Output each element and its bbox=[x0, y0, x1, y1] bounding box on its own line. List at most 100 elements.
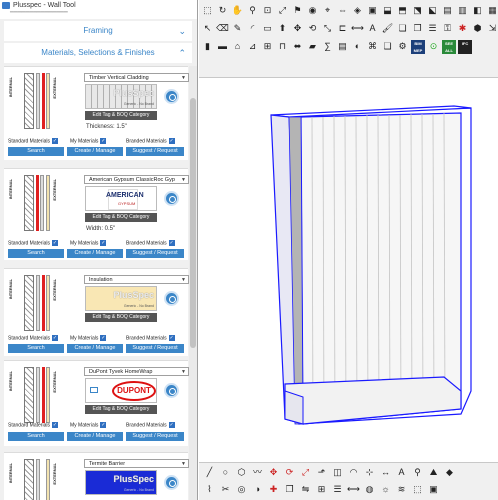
plusspec-stairs-icon[interactable]: ⊿ bbox=[246, 40, 259, 53]
wall-model-drawing[interactable] bbox=[199, 79, 498, 461]
protractor-icon[interactable]: ◠ bbox=[347, 466, 360, 479]
move-red-icon[interactable]: ✚ bbox=[267, 483, 280, 496]
plusspec-slab-icon[interactable]: ▰ bbox=[306, 40, 319, 53]
zoom-extents-icon[interactable]: ⤢ bbox=[276, 4, 289, 17]
checkbox-icon[interactable]: ✓ bbox=[168, 138, 175, 144]
plusspec-window-icon[interactable]: ⊞ bbox=[261, 40, 274, 53]
see-all-button[interactable]: SEE ALL bbox=[442, 40, 456, 54]
zoom-window-icon[interactable]: ⊡ bbox=[261, 4, 274, 17]
branded-materials-check[interactable]: Branded Materials ✓ bbox=[126, 422, 175, 428]
standard-materials-check[interactable]: Standard Materials ✓ bbox=[8, 138, 58, 144]
follow-me-icon[interactable]: ⬏ bbox=[315, 466, 328, 479]
checkbox-icon[interactable]: ✓ bbox=[51, 240, 58, 246]
rectangle-icon[interactable]: ▭ bbox=[261, 22, 274, 35]
plusspec-settings-icon[interactable]: ⚙ bbox=[396, 40, 409, 53]
panel-scroll-thumb[interactable] bbox=[190, 98, 196, 348]
select-icon[interactable]: ↖ bbox=[201, 22, 214, 35]
my-materials-check[interactable]: My Materials ✓ bbox=[70, 240, 107, 246]
back-view-icon[interactable]: ⬔ bbox=[411, 4, 424, 17]
checkbox-icon[interactable]: ✓ bbox=[100, 240, 107, 246]
rotate-icon[interactable]: ⟲ bbox=[306, 22, 319, 35]
branded-materials-check[interactable]: Branded Materials ✓ bbox=[126, 138, 175, 144]
group-icon[interactable]: ❏ bbox=[396, 22, 409, 35]
model-viewport[interactable] bbox=[199, 79, 498, 461]
plusspec-estimate-icon[interactable]: ∑ bbox=[321, 40, 334, 53]
suggest-request-button[interactable]: Suggest / Request bbox=[126, 432, 184, 441]
ifc-button[interactable]: IFC bbox=[458, 40, 472, 54]
walk-tool-icon[interactable]: ⚲ bbox=[411, 466, 424, 479]
orbit-icon[interactable]: ↻ bbox=[216, 4, 229, 17]
my-materials-check[interactable]: My Materials ✓ bbox=[70, 138, 107, 144]
front-view-icon[interactable]: ⬓ bbox=[381, 4, 394, 17]
measure-tool-icon[interactable]: ⟷ bbox=[347, 483, 360, 496]
plusspec-roof-icon[interactable]: ⌂ bbox=[231, 40, 244, 53]
position-camera-icon[interactable]: ⌖ bbox=[321, 4, 334, 17]
standard-materials-check[interactable]: Standard Materials ✓ bbox=[8, 240, 58, 246]
scale-tool-icon[interactable]: ⤢ bbox=[299, 466, 312, 479]
search-button[interactable]: Search bbox=[8, 432, 64, 441]
camera-tool-icon[interactable]: ⬚ bbox=[411, 483, 424, 496]
branded-materials-check[interactable]: Branded Materials ✓ bbox=[126, 335, 175, 341]
move-tool-icon[interactable]: ✥ bbox=[267, 466, 280, 479]
tape-icon[interactable]: ⟷ bbox=[351, 22, 364, 35]
line-tool-icon[interactable]: ╱ bbox=[203, 466, 216, 479]
material-info-icon[interactable] bbox=[164, 191, 179, 206]
fog-tool-icon[interactable]: ≋ bbox=[395, 483, 408, 496]
material-select[interactable]: Termite Barrier ▼ bbox=[84, 459, 189, 468]
offset-icon[interactable]: ⊏ bbox=[336, 22, 349, 35]
chevron-down-icon[interactable]: ⌄ bbox=[178, 21, 186, 41]
checkbox-icon[interactable]: ✓ bbox=[100, 335, 107, 341]
style-tool-icon[interactable]: ◑ bbox=[251, 483, 264, 496]
material-select[interactable]: Insulation ▼ bbox=[84, 275, 189, 284]
scene-tool-icon[interactable]: ▣ bbox=[427, 483, 440, 496]
section-plane-icon[interactable]: ⬚ bbox=[201, 4, 214, 17]
sun-tool-icon[interactable]: ☼ bbox=[379, 483, 392, 496]
search-button[interactable]: Search bbox=[8, 147, 64, 156]
materials-section-header[interactable]: Materials, Selections & Finishes ⌃ bbox=[4, 43, 192, 63]
my-materials-check[interactable]: My Materials ✓ bbox=[70, 422, 107, 428]
checkbox-icon[interactable]: ✓ bbox=[100, 138, 107, 144]
textured-view-icon[interactable]: ▥ bbox=[456, 4, 469, 17]
paint-tool-icon[interactable]: ◍ bbox=[363, 483, 376, 496]
chevron-up-icon[interactable]: ⌃ bbox=[178, 43, 186, 63]
3d-text-icon[interactable]: A bbox=[395, 466, 408, 479]
text-icon[interactable]: A bbox=[366, 22, 379, 35]
polygon-tool-icon[interactable]: ⬡ bbox=[235, 466, 248, 479]
layers-icon[interactable]: ▦ bbox=[486, 4, 498, 17]
cube-icon[interactable]: ⬢ bbox=[471, 22, 484, 35]
plusspec-door-icon[interactable]: ⊓ bbox=[276, 40, 289, 53]
material-select[interactable]: DuPont Tyvek HomeWrap ▼ bbox=[84, 367, 189, 376]
array-tool-icon[interactable]: ⊞ bbox=[315, 483, 328, 496]
right-view-icon[interactable]: ⬒ bbox=[396, 4, 409, 17]
checkbox-icon[interactable]: ✓ bbox=[51, 422, 58, 428]
export-icon[interactable]: ⇲ bbox=[486, 22, 498, 35]
edit-tag-button[interactable]: Edit Tag & BOQ Category bbox=[85, 213, 157, 222]
arc-icon[interactable]: ◜ bbox=[246, 22, 259, 35]
material-info-icon[interactable] bbox=[164, 89, 179, 104]
eraser-icon[interactable]: ⌫ bbox=[216, 22, 229, 35]
search-button[interactable]: Search bbox=[8, 249, 64, 258]
pencil-icon[interactable]: ✎ bbox=[231, 22, 244, 35]
search-button[interactable]: Search bbox=[8, 344, 64, 353]
checkbox-icon[interactable]: ✓ bbox=[168, 422, 175, 428]
plusspec-schedule-icon[interactable]: ▤ bbox=[336, 40, 349, 53]
create-manage-button[interactable]: Create / Manage bbox=[67, 147, 123, 156]
create-manage-button[interactable]: Create / Manage bbox=[67, 249, 123, 258]
pan-icon[interactable]: ✋ bbox=[231, 4, 244, 17]
plusspec-floor-icon[interactable]: ▬ bbox=[216, 40, 229, 53]
checkbox-icon[interactable]: ✓ bbox=[168, 335, 175, 341]
checkbox-icon[interactable]: ✓ bbox=[51, 335, 58, 341]
walk-icon[interactable]: ⚑ bbox=[291, 4, 304, 17]
cut-tool-icon[interactable]: ✂ bbox=[219, 483, 232, 496]
rotate-tool-icon[interactable]: ⟳ bbox=[283, 466, 296, 479]
checkbox-icon[interactable]: ✓ bbox=[51, 138, 58, 144]
move-icon[interactable]: ✥ bbox=[291, 22, 304, 35]
arrows-icon[interactable]: ⇔ bbox=[336, 4, 349, 17]
create-manage-button[interactable]: Create / Manage bbox=[67, 344, 123, 353]
plusspec-tags-icon[interactable]: ⌘ bbox=[366, 40, 379, 53]
look-around-icon[interactable]: ◉ bbox=[306, 4, 319, 17]
framing-section-header[interactable]: Framing ⌄ bbox=[4, 21, 192, 41]
create-manage-button[interactable]: Create / Manage bbox=[67, 432, 123, 441]
material-select[interactable]: Timber Vertical Cladding ▼ bbox=[84, 73, 189, 82]
plusspec-paint-icon[interactable]: ◐ bbox=[351, 40, 364, 53]
